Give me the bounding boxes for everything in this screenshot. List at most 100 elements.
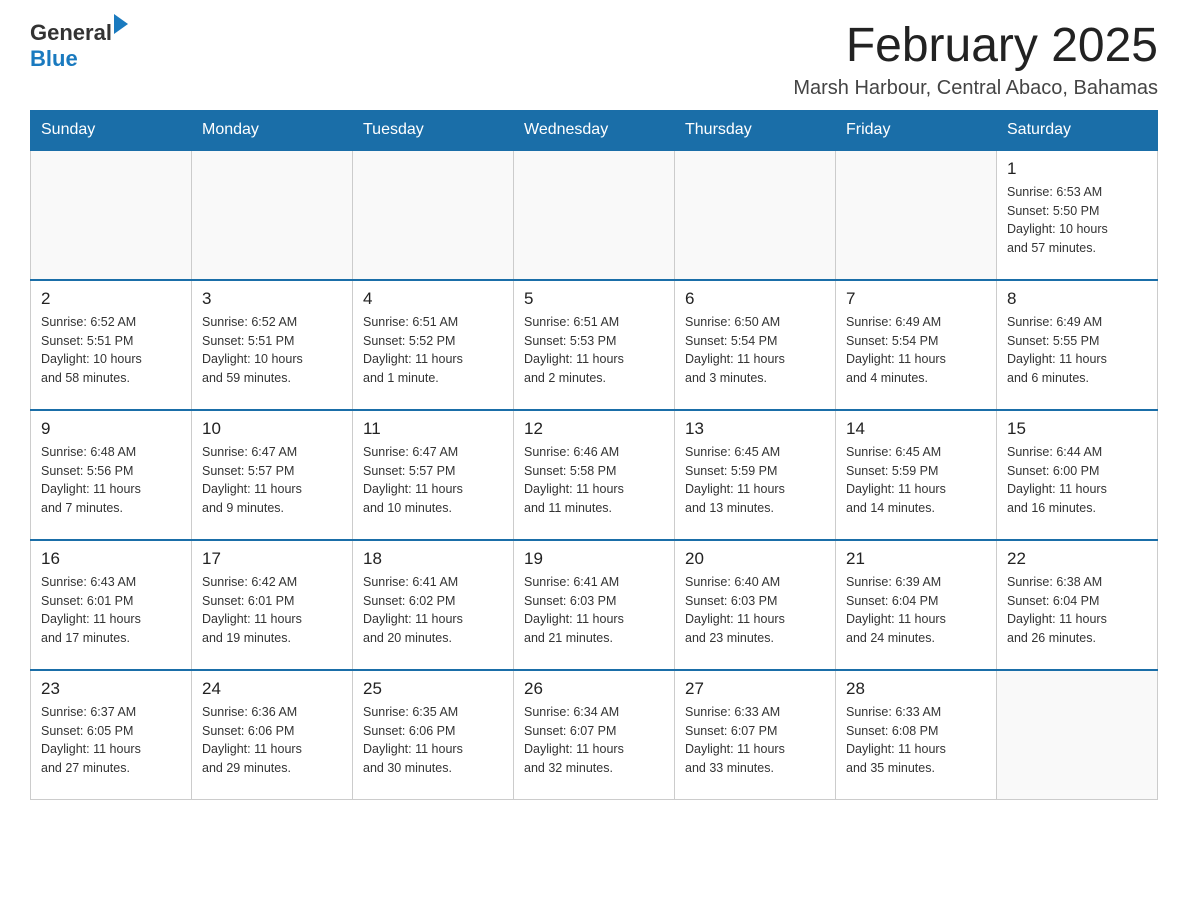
day-number: 13 — [685, 419, 825, 439]
day-info: Sunrise: 6:47 AM Sunset: 5:57 PM Dayligh… — [363, 443, 503, 518]
day-info: Sunrise: 6:44 AM Sunset: 6:00 PM Dayligh… — [1007, 443, 1147, 518]
day-info: Sunrise: 6:39 AM Sunset: 6:04 PM Dayligh… — [846, 573, 986, 648]
day-number: 25 — [363, 679, 503, 699]
day-info: Sunrise: 6:49 AM Sunset: 5:55 PM Dayligh… — [1007, 313, 1147, 388]
calendar-cell — [836, 150, 997, 280]
day-info: Sunrise: 6:45 AM Sunset: 5:59 PM Dayligh… — [685, 443, 825, 518]
calendar-cell: 6 Sunrise: 6:50 AM Sunset: 5:54 PM Daylig… — [675, 280, 836, 410]
day-info: Sunrise: 6:38 AM Sunset: 6:04 PM Dayligh… — [1007, 573, 1147, 648]
day-info: Sunrise: 6:34 AM Sunset: 6:07 PM Dayligh… — [524, 703, 664, 778]
header-wednesday: Wednesday — [514, 110, 675, 150]
calendar-cell: 25 Sunrise: 6:35 AM Sunset: 6:06 PM Dayli… — [353, 670, 514, 800]
header-monday: Monday — [192, 110, 353, 150]
day-number: 19 — [524, 549, 664, 569]
calendar-cell: 10 Sunrise: 6:47 AM Sunset: 5:57 PM Dayli… — [192, 410, 353, 540]
day-number: 23 — [41, 679, 181, 699]
calendar-cell — [31, 150, 192, 280]
day-number: 6 — [685, 289, 825, 309]
calendar-cell: 28 Sunrise: 6:33 AM Sunset: 6:08 PM Dayli… — [836, 670, 997, 800]
day-number: 12 — [524, 419, 664, 439]
location-subtitle: Marsh Harbour, Central Abaco, Bahamas — [793, 77, 1158, 100]
day-info: Sunrise: 6:36 AM Sunset: 6:06 PM Dayligh… — [202, 703, 342, 778]
day-number: 18 — [363, 549, 503, 569]
day-number: 24 — [202, 679, 342, 699]
header-thursday: Thursday — [675, 110, 836, 150]
calendar-cell: 7 Sunrise: 6:49 AM Sunset: 5:54 PM Daylig… — [836, 280, 997, 410]
day-number: 10 — [202, 419, 342, 439]
day-number: 14 — [846, 419, 986, 439]
logo-blue-text: Blue — [30, 46, 128, 72]
day-number: 26 — [524, 679, 664, 699]
week-row-1: 1Sunrise: 6:53 AM Sunset: 5:50 PM Daylig… — [31, 150, 1158, 280]
calendar-cell: 4 Sunrise: 6:51 AM Sunset: 5:52 PM Daylig… — [353, 280, 514, 410]
calendar-cell: 24 Sunrise: 6:36 AM Sunset: 6:06 PM Dayli… — [192, 670, 353, 800]
calendar-cell: 23 Sunrise: 6:37 AM Sunset: 6:05 PM Dayli… — [31, 670, 192, 800]
day-info: Sunrise: 6:33 AM Sunset: 6:07 PM Dayligh… — [685, 703, 825, 778]
month-title: February 2025 — [793, 20, 1158, 73]
calendar-cell: 21 Sunrise: 6:39 AM Sunset: 6:04 PM Dayli… — [836, 540, 997, 670]
day-info: Sunrise: 6:49 AM Sunset: 5:54 PM Dayligh… — [846, 313, 986, 388]
day-info: Sunrise: 6:48 AM Sunset: 5:56 PM Dayligh… — [41, 443, 181, 518]
day-info: Sunrise: 6:50 AM Sunset: 5:54 PM Dayligh… — [685, 313, 825, 388]
week-row-5: 23 Sunrise: 6:37 AM Sunset: 6:05 PM Dayli… — [31, 670, 1158, 800]
day-info: Sunrise: 6:51 AM Sunset: 5:53 PM Dayligh… — [524, 313, 664, 388]
day-info: Sunrise: 6:42 AM Sunset: 6:01 PM Dayligh… — [202, 573, 342, 648]
calendar-cell: 5 Sunrise: 6:51 AM Sunset: 5:53 PM Daylig… — [514, 280, 675, 410]
day-info: Sunrise: 6:41 AM Sunset: 6:02 PM Dayligh… — [363, 573, 503, 648]
calendar-cell: 27 Sunrise: 6:33 AM Sunset: 6:07 PM Dayli… — [675, 670, 836, 800]
header-saturday: Saturday — [997, 110, 1158, 150]
day-number: 4 — [363, 289, 503, 309]
header-tuesday: Tuesday — [353, 110, 514, 150]
day-info: Sunrise: 6:35 AM Sunset: 6:06 PM Dayligh… — [363, 703, 503, 778]
day-info: Sunrise: 6:51 AM Sunset: 5:52 PM Dayligh… — [363, 313, 503, 388]
day-info: Sunrise: 6:52 AM Sunset: 5:51 PM Dayligh… — [202, 313, 342, 388]
calendar-cell: 17 Sunrise: 6:42 AM Sunset: 6:01 PM Dayli… — [192, 540, 353, 670]
day-info: Sunrise: 6:46 AM Sunset: 5:58 PM Dayligh… — [524, 443, 664, 518]
calendar-cell: 22 Sunrise: 6:38 AM Sunset: 6:04 PM Dayli… — [997, 540, 1158, 670]
day-number: 27 — [685, 679, 825, 699]
day-number: 5 — [524, 289, 664, 309]
calendar-cell: 18 Sunrise: 6:41 AM Sunset: 6:02 PM Dayli… — [353, 540, 514, 670]
day-number: 17 — [202, 549, 342, 569]
day-info: Sunrise: 6:37 AM Sunset: 6:05 PM Dayligh… — [41, 703, 181, 778]
day-number: 28 — [846, 679, 986, 699]
calendar-cell — [514, 150, 675, 280]
calendar-cell: 20 Sunrise: 6:40 AM Sunset: 6:03 PM Dayli… — [675, 540, 836, 670]
calendar-cell: 3 Sunrise: 6:52 AM Sunset: 5:51 PM Daylig… — [192, 280, 353, 410]
week-row-3: 9 Sunrise: 6:48 AM Sunset: 5:56 PM Daylig… — [31, 410, 1158, 540]
day-number: 8 — [1007, 289, 1147, 309]
calendar-cell: 16 Sunrise: 6:43 AM Sunset: 6:01 PM Dayli… — [31, 540, 192, 670]
header-sunday: Sunday — [31, 110, 192, 150]
calendar-header-row: Sunday Monday Tuesday Wednesday Thursday… — [31, 110, 1158, 150]
logo-general-text: General — [30, 20, 112, 46]
day-number: 21 — [846, 549, 986, 569]
calendar-cell — [353, 150, 514, 280]
day-info: Sunrise: 6:47 AM Sunset: 5:57 PM Dayligh… — [202, 443, 342, 518]
day-number: 20 — [685, 549, 825, 569]
day-info: Sunrise: 6:41 AM Sunset: 6:03 PM Dayligh… — [524, 573, 664, 648]
calendar-table: Sunday Monday Tuesday Wednesday Thursday… — [30, 110, 1158, 801]
calendar-cell: 9 Sunrise: 6:48 AM Sunset: 5:56 PM Daylig… — [31, 410, 192, 540]
calendar-cell — [675, 150, 836, 280]
day-number: 11 — [363, 419, 503, 439]
day-number: 2 — [41, 289, 181, 309]
day-number: 3 — [202, 289, 342, 309]
day-number: 22 — [1007, 549, 1147, 569]
calendar-cell — [192, 150, 353, 280]
day-number: 16 — [41, 549, 181, 569]
calendar-cell: 2Sunrise: 6:52 AM Sunset: 5:51 PM Daylig… — [31, 280, 192, 410]
calendar-cell: 1Sunrise: 6:53 AM Sunset: 5:50 PM Daylig… — [997, 150, 1158, 280]
calendar-cell: 11 Sunrise: 6:47 AM Sunset: 5:57 PM Dayli… — [353, 410, 514, 540]
calendar-cell: 14Sunrise: 6:45 AM Sunset: 5:59 PM Dayli… — [836, 410, 997, 540]
day-number: 1 — [1007, 159, 1147, 179]
week-row-2: 2 Sunrise: 6:52 AM Sunset: 5:51 PM Daylig… — [31, 280, 1158, 410]
calendar-cell: 19 Sunrise: 6:41 AM Sunset: 6:03 PM Dayli… — [514, 540, 675, 670]
calendar-cell: 15 Sunrise: 6:44 AM Sunset: 6:00 PM Dayli… — [997, 410, 1158, 540]
day-info: Sunrise: 6:40 AM Sunset: 6:03 PM Dayligh… — [685, 573, 825, 648]
day-number: 7 — [846, 289, 986, 309]
calendar-cell: 8 Sunrise: 6:49 AM Sunset: 5:55 PM Daylig… — [997, 280, 1158, 410]
day-info: Sunrise: 6:33 AM Sunset: 6:08 PM Dayligh… — [846, 703, 986, 778]
day-number: 15 — [1007, 419, 1147, 439]
day-number: 9 — [41, 419, 181, 439]
day-info: Sunrise: 6:43 AM Sunset: 6:01 PM Dayligh… — [41, 573, 181, 648]
